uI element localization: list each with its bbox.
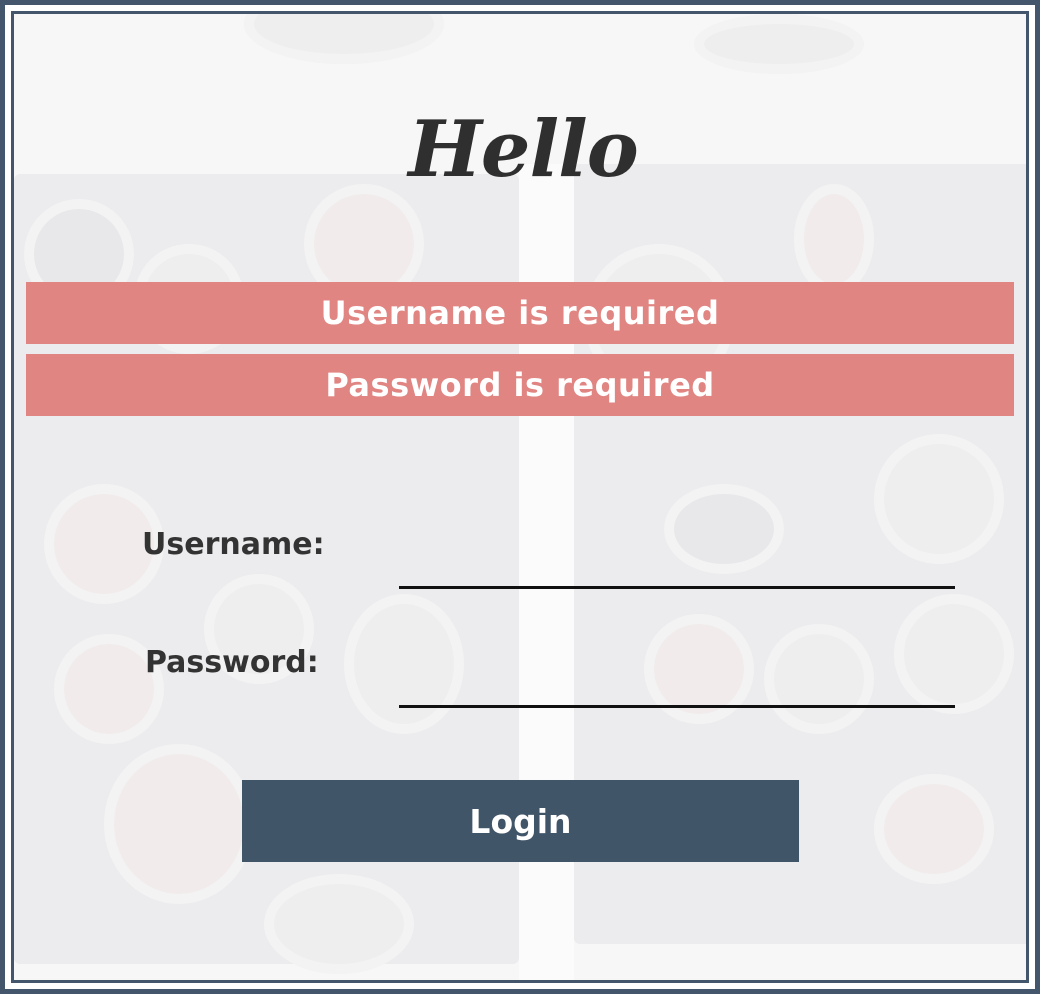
password-label: Password: bbox=[145, 645, 319, 680]
username-error-message: Username is required bbox=[26, 282, 1014, 344]
login-button[interactable]: Login bbox=[242, 780, 799, 862]
page-title: Hello bbox=[408, 104, 639, 195]
username-input[interactable] bbox=[399, 549, 955, 589]
username-label: Username: bbox=[142, 527, 325, 562]
password-input[interactable] bbox=[399, 668, 955, 708]
login-page: Hello Username is required Password is r… bbox=[0, 0, 1040, 994]
login-panel: Hello Username is required Password is r… bbox=[11, 11, 1029, 983]
password-error-message: Password is required bbox=[26, 354, 1014, 416]
